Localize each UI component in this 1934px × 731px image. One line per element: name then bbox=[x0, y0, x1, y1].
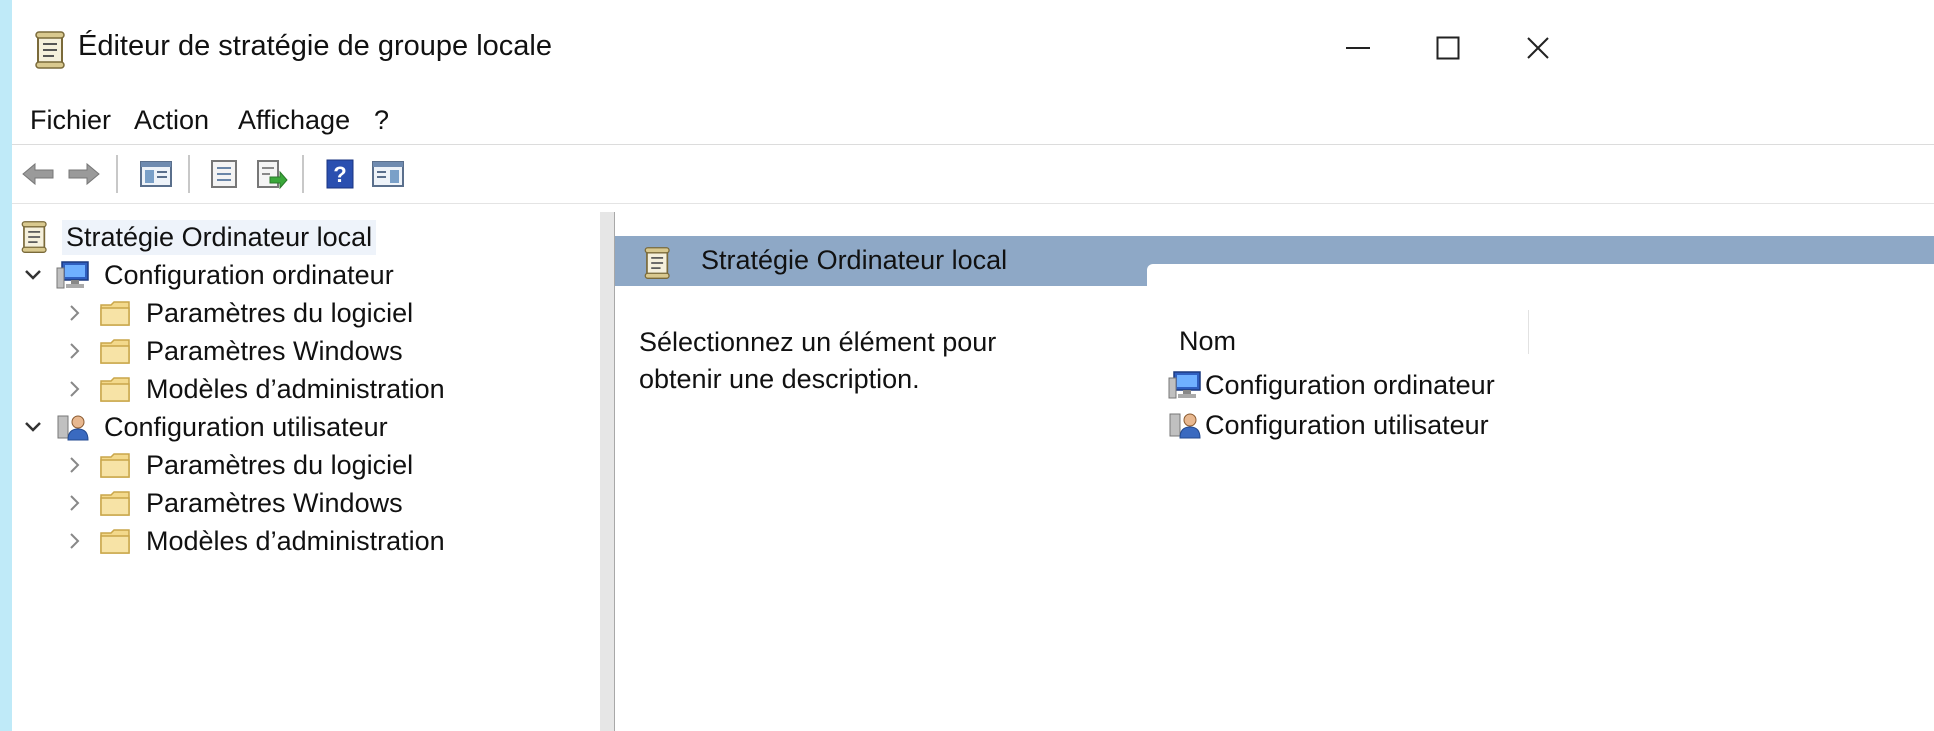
details-content: Sélectionnez un élément pour obtenir une… bbox=[615, 264, 1934, 731]
description-text: Sélectionnez un élément pour obtenir une… bbox=[639, 327, 997, 394]
app-window: Éditeur de stratégie de groupe locale Fi… bbox=[12, 0, 1934, 731]
menu-help[interactable]: ? bbox=[374, 100, 389, 140]
minimize-button[interactable] bbox=[1328, 18, 1388, 78]
menu-action[interactable]: Action bbox=[134, 100, 209, 140]
chevron-right-icon[interactable] bbox=[62, 528, 88, 554]
details-pane: Stratégie Ordinateur local Sélectionnez … bbox=[615, 212, 1934, 731]
help-button[interactable]: ? bbox=[320, 156, 360, 192]
user-config-icon bbox=[1167, 408, 1203, 442]
forward-arrow-icon bbox=[68, 162, 100, 186]
action-pane-button[interactable] bbox=[368, 156, 408, 192]
tree-label: Stratégie Ordinateur local bbox=[62, 219, 377, 255]
title-bar[interactable]: Éditeur de stratégie de groupe locale bbox=[12, 0, 1934, 100]
chevron-right-icon[interactable] bbox=[62, 490, 88, 516]
tree-item-administrative-templates[interactable]: Modèles d’administration bbox=[62, 522, 449, 560]
show-hide-console-tree-icon bbox=[140, 161, 172, 187]
console-tree-button[interactable] bbox=[136, 156, 176, 192]
close-icon bbox=[1527, 37, 1549, 59]
policy-scroll-icon bbox=[643, 246, 677, 280]
tree-root-item[interactable]: Stratégie Ordinateur local bbox=[18, 218, 377, 256]
maximize-button[interactable] bbox=[1418, 18, 1478, 78]
tree-item-user-configuration[interactable]: Configuration utilisateur bbox=[20, 408, 392, 446]
policy-scroll-icon bbox=[18, 221, 52, 253]
tree-item-windows-settings[interactable]: Paramètres Windows bbox=[62, 332, 407, 370]
tree-label: Paramètres Windows bbox=[146, 487, 403, 518]
menu-bar: Fichier Action Affichage ? bbox=[12, 100, 1934, 144]
tree-label: Configuration utilisateur bbox=[104, 411, 388, 442]
chevron-right-icon[interactable] bbox=[62, 452, 88, 478]
tree-item-computer-configuration[interactable]: Configuration ordinateur bbox=[20, 256, 398, 294]
chevron-right-icon[interactable] bbox=[62, 376, 88, 402]
back-button[interactable] bbox=[18, 156, 58, 192]
minimize-icon bbox=[1346, 47, 1370, 49]
computer-config-icon bbox=[1167, 368, 1203, 402]
folder-icon bbox=[98, 335, 132, 367]
menu-fichier[interactable]: Fichier bbox=[30, 100, 111, 140]
forward-button[interactable] bbox=[64, 156, 104, 192]
list-item-label: Configuration ordinateur bbox=[1205, 369, 1495, 400]
export-list-icon bbox=[257, 160, 288, 189]
tree-label: Paramètres du logiciel bbox=[146, 297, 414, 328]
tree-label: Modèles d’administration bbox=[146, 525, 445, 556]
show-hide-action-pane-icon bbox=[372, 161, 404, 187]
toolbar: ? bbox=[12, 144, 1934, 204]
folder-icon bbox=[98, 525, 132, 557]
tree-item-software-settings[interactable]: Paramètres du logiciel bbox=[62, 294, 417, 332]
column-divider[interactable] bbox=[1528, 310, 1529, 354]
tree-item-software-settings[interactable]: Paramètres du logiciel bbox=[62, 446, 417, 484]
folder-icon bbox=[98, 297, 132, 329]
computer-config-icon bbox=[56, 259, 90, 291]
folder-icon bbox=[98, 373, 132, 405]
toolbar-separator bbox=[302, 155, 304, 193]
maximize-icon bbox=[1436, 36, 1460, 60]
column-header-name[interactable]: Nom bbox=[1179, 326, 1236, 357]
folder-icon bbox=[98, 487, 132, 519]
close-button[interactable] bbox=[1508, 18, 1568, 78]
tree-label: Modèles d’administration bbox=[146, 373, 445, 404]
tree-item-windows-settings[interactable]: Paramètres Windows bbox=[62, 484, 407, 522]
chevron-right-icon[interactable] bbox=[62, 300, 88, 326]
back-arrow-icon bbox=[22, 162, 54, 186]
list-item-computer-configuration[interactable]: Configuration ordinateur bbox=[1167, 366, 1495, 404]
help-icon: ? bbox=[326, 159, 354, 189]
policy-scroll-icon bbox=[34, 30, 68, 70]
console-tree-pane[interactable]: Stratégie Ordinateur local Configuration… bbox=[12, 212, 601, 731]
folder-icon bbox=[98, 449, 132, 481]
user-config-icon bbox=[56, 411, 90, 443]
tree-label: Paramètres Windows bbox=[146, 335, 403, 366]
list-item-user-configuration[interactable]: Configuration utilisateur bbox=[1167, 406, 1489, 444]
pane-splitter[interactable] bbox=[600, 212, 615, 731]
menu-affichage[interactable]: Affichage bbox=[238, 100, 350, 140]
list-view-edge bbox=[1147, 264, 1934, 286]
chevron-right-icon[interactable] bbox=[62, 338, 88, 364]
chevron-down-icon[interactable] bbox=[20, 262, 46, 288]
chevron-down-icon[interactable] bbox=[20, 414, 46, 440]
tree-item-administrative-templates[interactable]: Modèles d’administration bbox=[62, 370, 449, 408]
toolbar-separator bbox=[188, 155, 190, 193]
window-title: Éditeur de stratégie de groupe locale bbox=[78, 30, 552, 62]
list-item-label: Configuration utilisateur bbox=[1205, 409, 1489, 440]
tree-label: Paramètres du logiciel bbox=[146, 449, 414, 480]
details-header-title: Stratégie Ordinateur local bbox=[701, 245, 1008, 275]
toolbar-separator bbox=[116, 155, 118, 193]
properties-button[interactable] bbox=[204, 156, 244, 192]
svg-text:?: ? bbox=[333, 162, 346, 187]
properties-icon bbox=[211, 160, 237, 188]
tree-label: Configuration ordinateur bbox=[104, 259, 394, 290]
export-list-button[interactable] bbox=[252, 156, 292, 192]
